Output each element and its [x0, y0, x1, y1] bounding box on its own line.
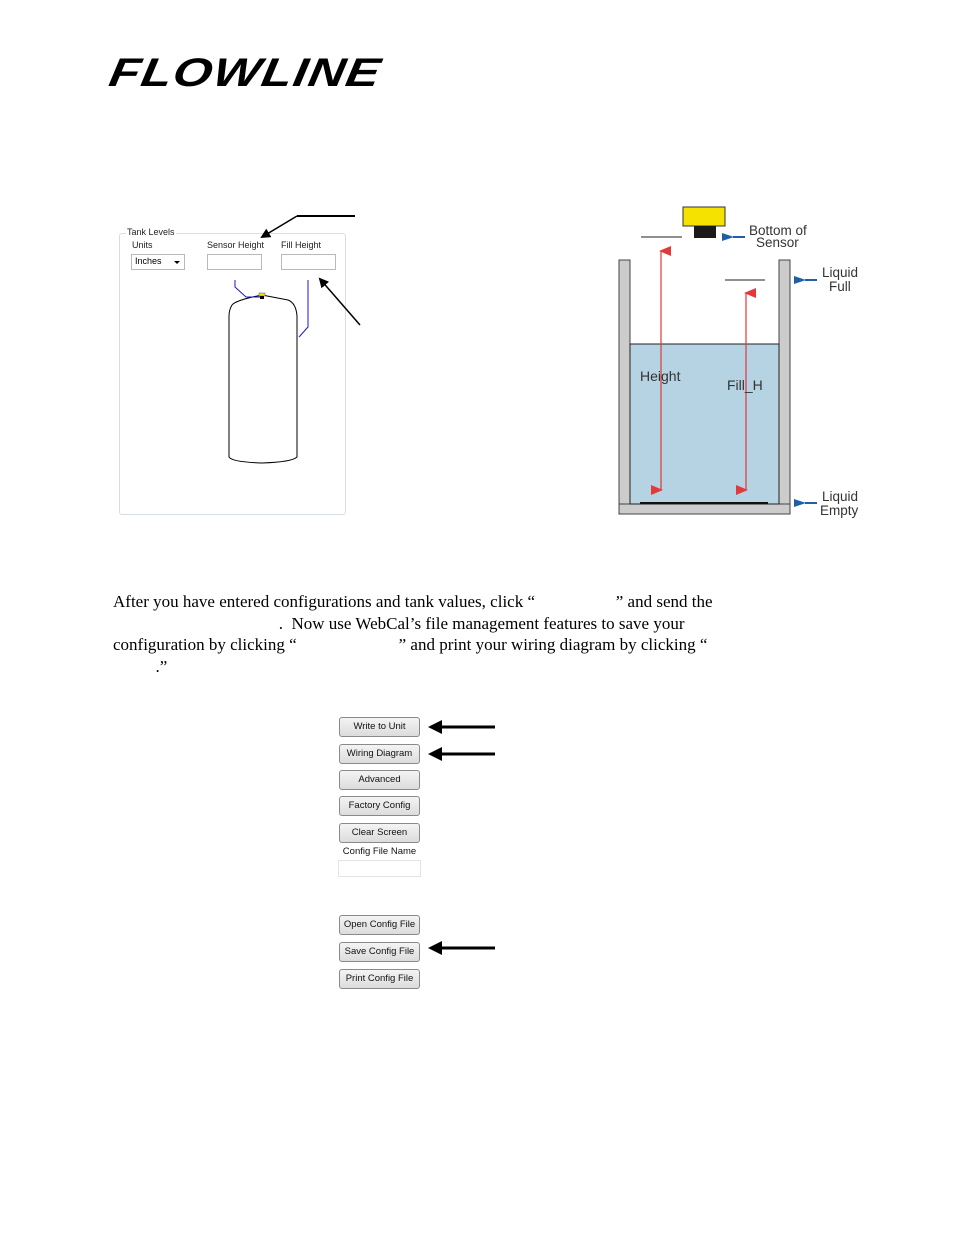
config-file-name-input[interactable]	[338, 860, 421, 877]
arrow-left-icon	[428, 941, 495, 955]
height-label: Height	[640, 368, 681, 384]
arrow-left-icon	[428, 720, 495, 734]
advanced-button[interactable]: Advanced	[339, 770, 420, 790]
arrow-left-icon	[428, 747, 495, 761]
paragraph-line: .”	[113, 656, 168, 676]
instruction-paragraph: After you have entered configurations an…	[113, 591, 803, 677]
cylindrical-tank-icon	[228, 294, 298, 464]
write-to-unit-button[interactable]: Write to Unit	[339, 717, 420, 737]
pointer-arrow-fill-height	[318, 277, 361, 326]
pointer-arrow-sensor-height	[260, 215, 355, 239]
config-file-name-label: Config File Name	[342, 846, 417, 857]
paragraph-line: After you have entered configurations an…	[113, 592, 713, 611]
open-config-file-button[interactable]: Open Config File	[339, 915, 420, 935]
liquid-empty-label-2: Empty	[820, 503, 859, 518]
sensor-block-icon	[682, 206, 726, 238]
paragraph-line: configuration by clicking “ ” and print …	[113, 635, 708, 654]
wiring-diagram-button[interactable]: Wiring Diagram	[339, 744, 420, 764]
liquid-full-label-1: Liquid	[822, 265, 858, 280]
tank-level-diagram: Height Fill_H Bottom of Sensor Liquid Fu…	[618, 206, 859, 518]
clear-screen-button[interactable]: Clear Screen	[339, 823, 420, 843]
liquid-empty-label-1: Liquid	[822, 489, 858, 504]
save-config-file-button[interactable]: Save Config File	[339, 942, 420, 962]
button-pointer-arrows	[428, 720, 495, 955]
fill-h-label: Fill_H	[727, 377, 763, 393]
bottom-of-sensor-label-2: Sensor	[756, 235, 799, 250]
paragraph-line: . Now use WebCal’s file management featu…	[113, 613, 685, 633]
factory-config-button[interactable]: Factory Config	[339, 796, 420, 816]
liquid-full-label-2: Full	[829, 279, 851, 294]
print-config-file-button[interactable]: Print Config File	[339, 969, 420, 989]
